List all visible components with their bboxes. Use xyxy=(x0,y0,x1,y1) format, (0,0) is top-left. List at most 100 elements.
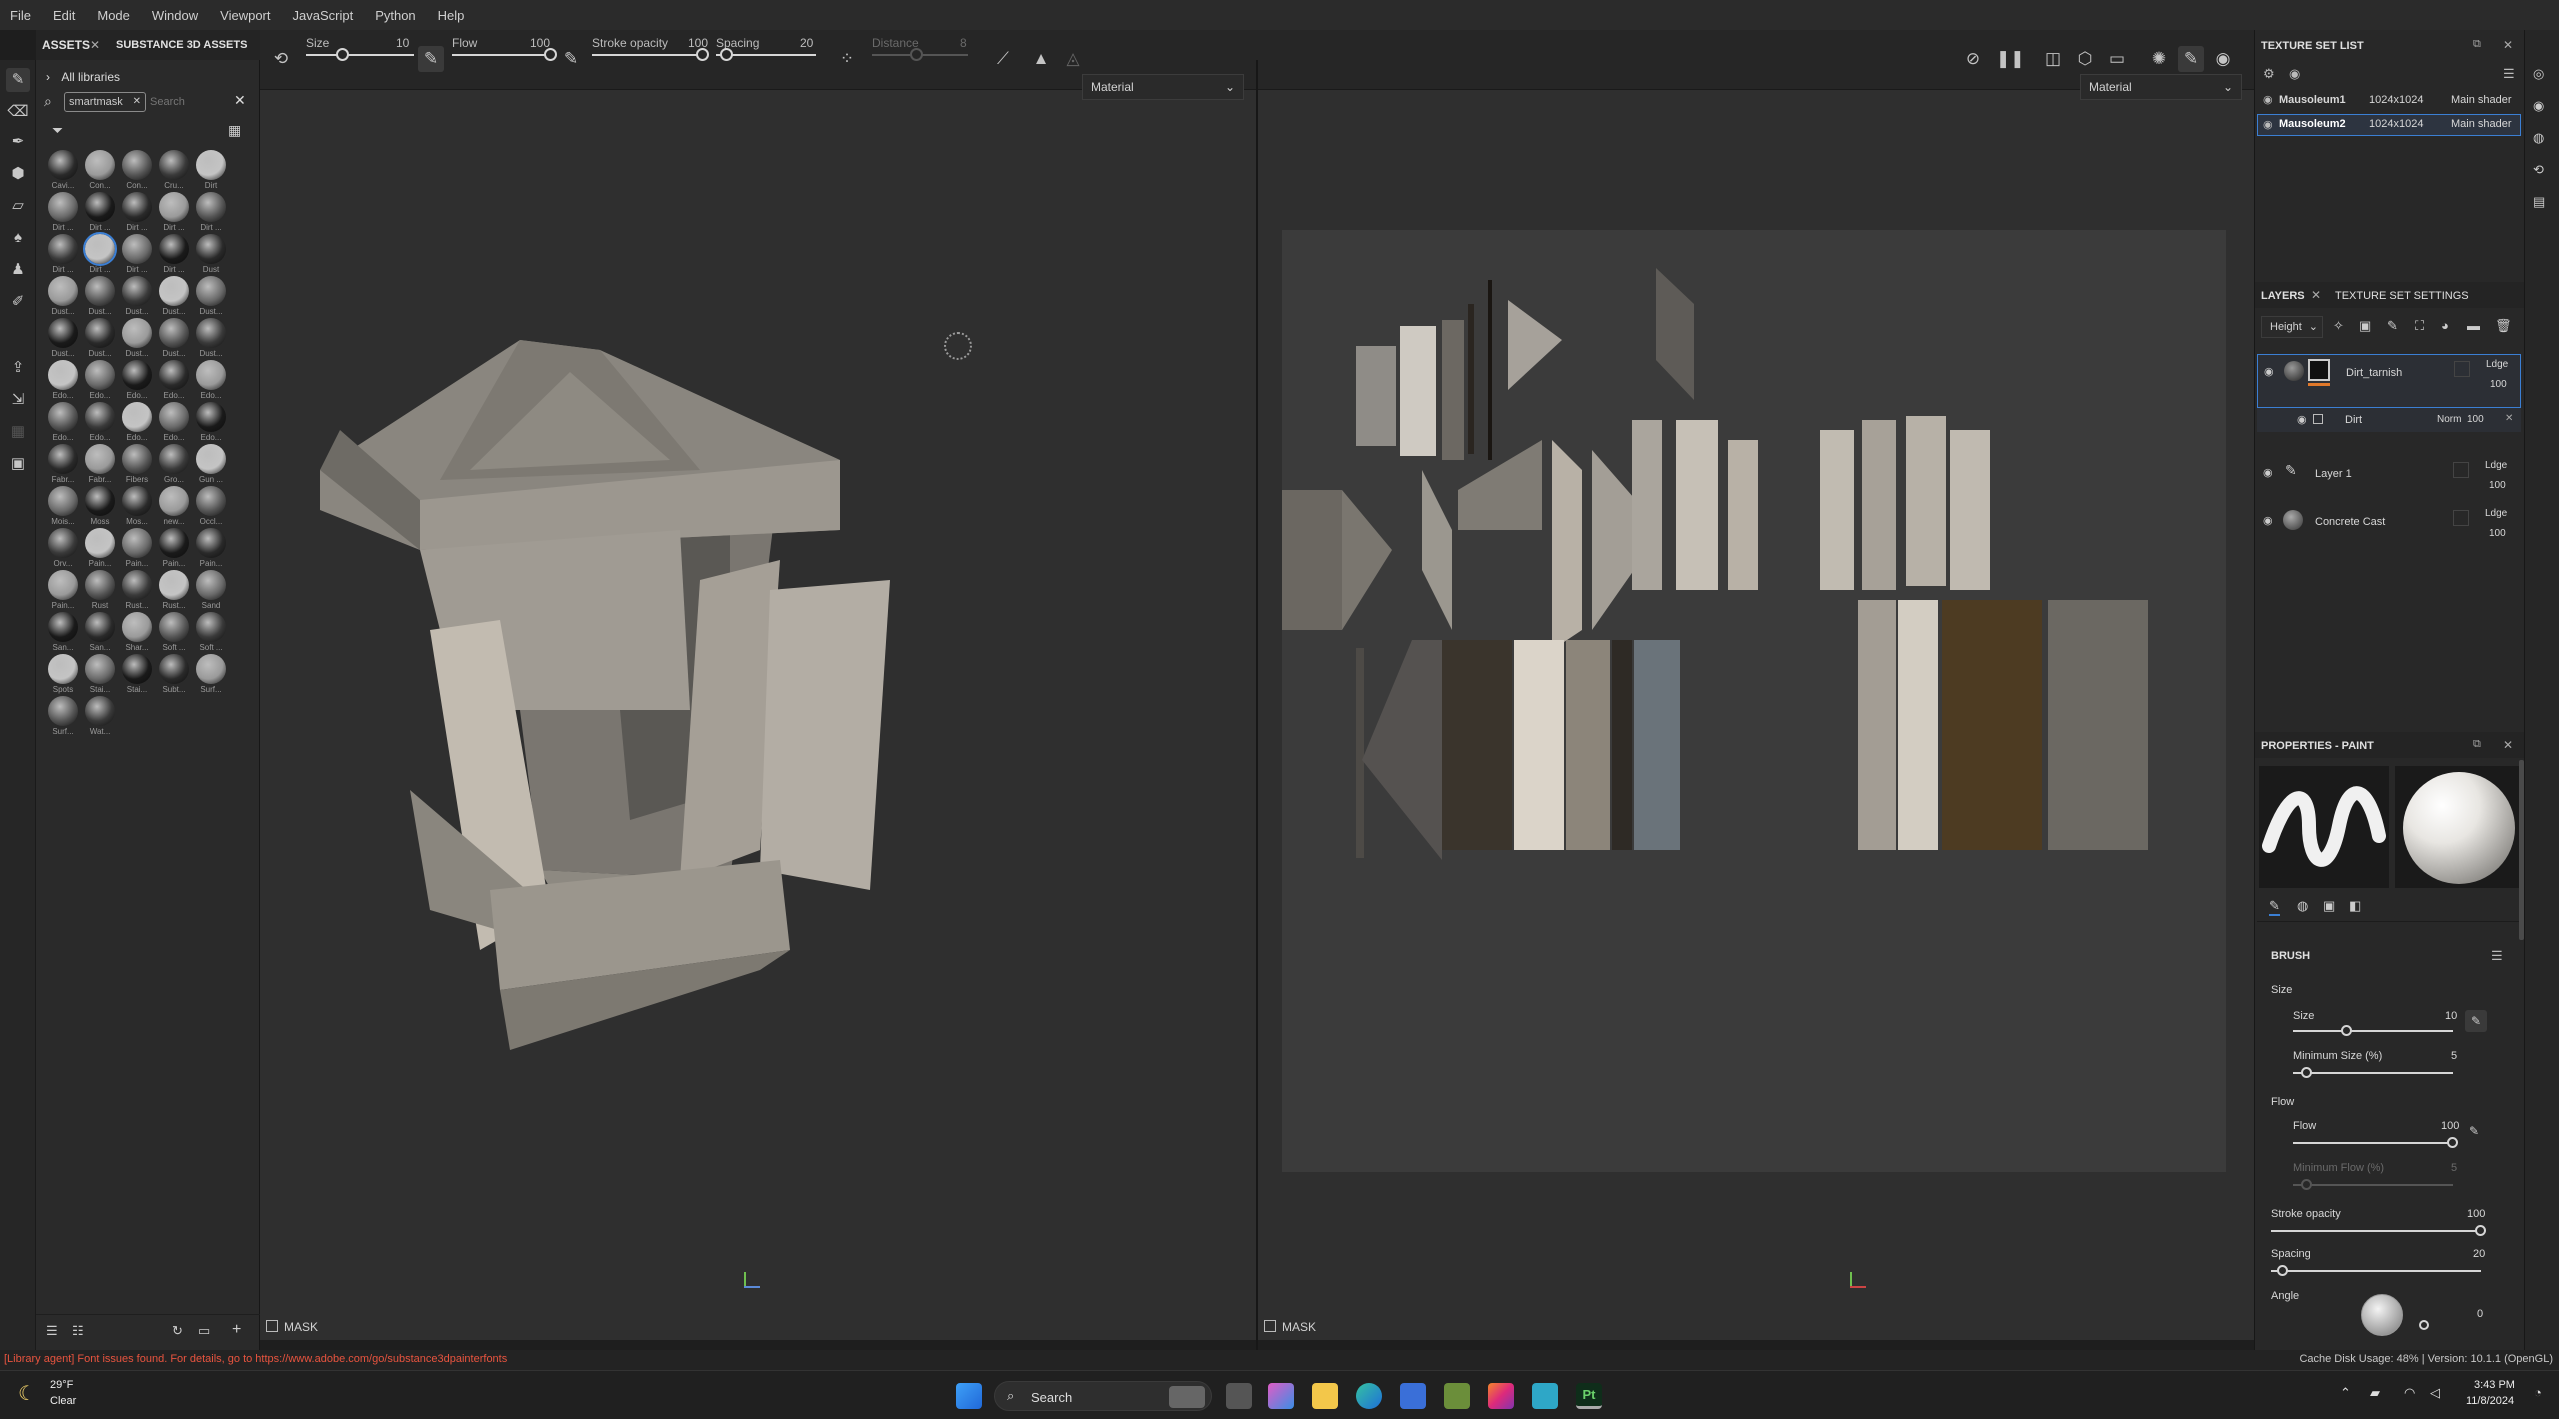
close-panel-icon[interactable]: ✕ xyxy=(2503,38,2513,52)
stencil-tab-icon[interactable]: ▣ xyxy=(2323,898,2335,914)
asset-thumbnail[interactable] xyxy=(48,612,78,642)
display-settings-dock-icon[interactable]: ◉ xyxy=(2533,98,2544,114)
asset-thumbnail[interactable] xyxy=(196,486,226,516)
copilot-icon[interactable] xyxy=(1268,1383,1294,1409)
brush-preset-icon[interactable]: ⟲ xyxy=(268,46,294,72)
stroke-opacity-track[interactable] xyxy=(592,54,706,56)
tab-layers[interactable]: LAYERS xyxy=(2261,290,2305,302)
size-slider-handle[interactable] xyxy=(336,48,349,61)
channel-dropdown[interactable]: Height ⌄ xyxy=(2261,316,2323,338)
eye-icon[interactable]: ◉ xyxy=(2297,413,2307,426)
search-tag-chip[interactable]: smartmask ✕ xyxy=(64,92,146,112)
history-dock-icon[interactable]: ⟲ xyxy=(2533,162,2544,178)
symmetry-icon[interactable]: ▲ xyxy=(1028,46,1054,72)
asset-thumbnail[interactable] xyxy=(196,654,226,684)
texture-set-row[interactable]: ◉ Mausoleum1 1024x1024 Main shader xyxy=(2257,90,2521,112)
asset-thumbnail[interactable] xyxy=(122,444,152,474)
effect-blend-mode[interactable]: Norm xyxy=(2437,414,2461,425)
size-pressure-icon[interactable]: ✎ xyxy=(2465,1010,2487,1032)
asset-thumbnail[interactable] xyxy=(196,150,226,180)
menu-python[interactable]: Python xyxy=(375,8,415,23)
flow-slider-track[interactable] xyxy=(2293,1142,2453,1144)
asset-thumbnail[interactable] xyxy=(159,150,189,180)
effect-opacity[interactable]: 100 xyxy=(2467,414,2484,425)
grid-view-icon[interactable]: ▦ xyxy=(228,122,241,139)
asset-thumbnail[interactable] xyxy=(196,360,226,390)
asset-thumbnail[interactable] xyxy=(159,612,189,642)
task-view-icon[interactable] xyxy=(1226,1383,1252,1409)
menu-mode[interactable]: Mode xyxy=(97,8,130,23)
delete-layer-icon[interactable]: 🗑 xyxy=(2495,318,2512,334)
minimum-flow-track[interactable] xyxy=(2293,1184,2453,1186)
menu-viewport[interactable]: Viewport xyxy=(220,8,270,23)
asset-thumbnail[interactable] xyxy=(48,192,78,222)
asset-thumbnail[interactable] xyxy=(122,570,152,600)
remove-tag-icon[interactable]: ✕ xyxy=(133,93,141,111)
camera-icon[interactable]: ▭ xyxy=(2104,46,2130,72)
weather-moon-icon[interactable]: ☾ xyxy=(18,1381,36,1406)
minimum-size-handle[interactable] xyxy=(2301,1067,2312,1078)
asset-thumbnail[interactable] xyxy=(48,150,78,180)
disabled-tool-icon[interactable]: ▦ xyxy=(6,420,30,444)
brush-presets-icon[interactable]: ☰ xyxy=(2491,948,2503,964)
size-slider-track[interactable] xyxy=(2293,1030,2453,1032)
symmetry-settings-icon[interactable]: ◬ xyxy=(1060,46,1086,72)
clock-date[interactable]: 11/8/2024 xyxy=(2466,1395,2514,1407)
bake-icon[interactable]: ⇪ xyxy=(6,356,30,380)
tray-chevron-icon[interactable]: ⌃ xyxy=(2340,1385,2351,1401)
substance-painter-taskbar-icon[interactable]: Pt xyxy=(1576,1383,1602,1409)
spacing-handle[interactable] xyxy=(2277,1265,2288,1276)
clear-search-icon[interactable]: ✕ xyxy=(234,92,246,109)
tab-substance-assets[interactable]: SUBSTANCE 3D ASSETS xyxy=(116,30,247,60)
texture-set-dock-icon[interactable]: ◎ xyxy=(2533,66,2544,82)
angle-jitter-handle[interactable] xyxy=(2419,1320,2429,1330)
stroke-opacity-track[interactable] xyxy=(2271,1230,2481,1232)
asset-thumbnail[interactable] xyxy=(48,318,78,348)
asset-thumbnail[interactable] xyxy=(85,360,115,390)
texture-set-row[interactable]: ◉ Mausoleum2 1024x1024 Main shader xyxy=(2257,114,2521,136)
flow-slider-track[interactable] xyxy=(452,54,552,56)
close-layers-icon[interactable]: ✕ xyxy=(2311,288,2321,302)
cube-view-icon[interactable]: ⬡ xyxy=(2072,46,2098,72)
file-explorer-icon[interactable] xyxy=(1312,1383,1338,1409)
hide-uv-icon[interactable]: ⊘ xyxy=(1960,46,1986,72)
asset-thumbnail[interactable] xyxy=(85,192,115,222)
asset-thumbnail[interactable] xyxy=(159,528,189,558)
asset-thumbnail[interactable] xyxy=(122,234,152,264)
size-slider-track[interactable] xyxy=(306,54,414,56)
instagram-icon[interactable] xyxy=(1488,1383,1514,1409)
asset-thumbnail[interactable] xyxy=(83,232,117,266)
list-view-icon[interactable]: ☰ xyxy=(46,1323,58,1339)
asset-thumbnail[interactable] xyxy=(159,654,189,684)
split-view-icon[interactable]: ◫ xyxy=(2040,46,2066,72)
asset-thumbnail[interactable] xyxy=(85,150,115,180)
asset-thumbnail[interactable] xyxy=(122,612,152,642)
eye-icon[interactable]: ◉ xyxy=(2263,466,2273,479)
libraries-breadcrumb[interactable]: › All libraries xyxy=(46,70,120,84)
folder-icon[interactable]: ▭ xyxy=(198,1323,210,1339)
asset-thumbnail[interactable] xyxy=(122,402,152,432)
list-menu-icon[interactable]: ☰ xyxy=(2503,66,2515,82)
add-effect-icon[interactable]: ✧ xyxy=(2333,318,2344,334)
close-assets-icon[interactable]: ✕ xyxy=(90,38,100,52)
visibility-toggle-icon[interactable]: ◉ xyxy=(2289,66,2300,82)
add-smart-material-icon[interactable]: ◕ xyxy=(2441,318,2449,333)
projection-tool-icon[interactable]: ✒ xyxy=(6,130,30,154)
asset-thumbnail[interactable] xyxy=(196,192,226,222)
remove-effect-icon[interactable]: ✕ xyxy=(2505,413,2513,424)
spacing-track[interactable] xyxy=(2271,1270,2481,1272)
asset-thumbnail[interactable] xyxy=(48,528,78,558)
asset-thumbnail[interactable] xyxy=(85,402,115,432)
mask-checkbox-left[interactable] xyxy=(266,1320,278,1332)
distance-handle[interactable] xyxy=(910,48,923,61)
brush-tab-icon[interactable]: ✎ xyxy=(2269,898,2280,916)
asset-thumbnail[interactable] xyxy=(48,486,78,516)
2d-view-mode-dropdown[interactable]: Material ⌄ xyxy=(2080,74,2242,100)
asset-thumbnail[interactable] xyxy=(196,402,226,432)
layer-row-dirt-tarnish[interactable]: ◉ Dirt_tarnish Ldge 100 xyxy=(2257,354,2521,408)
display-settings-icon[interactable]: ▣ xyxy=(6,452,30,476)
layer-opacity[interactable]: 100 xyxy=(2489,480,2506,491)
clone-tool-icon[interactable]: ♟ xyxy=(6,258,30,282)
line-mode-icon[interactable]: ⟋ xyxy=(990,46,1016,72)
eraser-tool-icon[interactable]: ⌫ xyxy=(6,100,30,124)
